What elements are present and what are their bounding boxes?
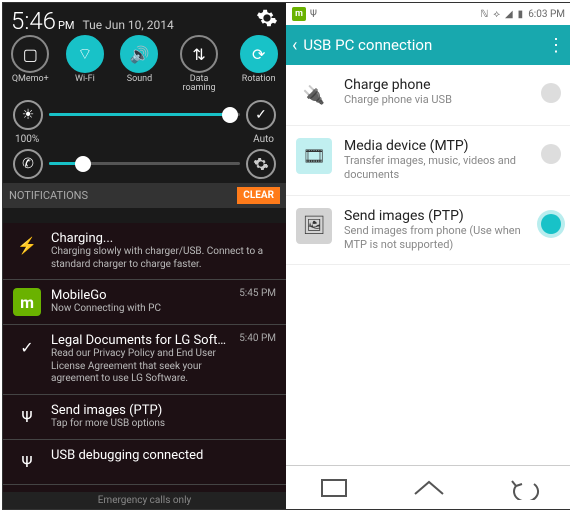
roaming-icon: ⇅ [180, 35, 218, 73]
clock-time: 5:46 [11, 7, 56, 35]
status-bar: m Ψ ℕ ⟡ ◢ ▮ 6:03 PM [286, 3, 570, 25]
notifications-header: NOTIFICATIONS CLEAR [3, 183, 286, 208]
sound-icon: 🔊 [120, 35, 158, 73]
option-charge[interactable]: 🔌 Charge phoneCharge phone via USB [286, 65, 570, 126]
option-ptp[interactable]: 🖼 Send images (PTP)Send images from phone… [286, 196, 570, 266]
screen-title: USB PC connection [303, 36, 432, 54]
ptp-icon: 🖼 [296, 208, 332, 244]
usb-icon: Ψ [13, 448, 41, 476]
screen-header: ‹ USB PC connection ⋮ [286, 25, 570, 65]
nav-recent-button[interactable] [316, 476, 352, 500]
settings-button[interactable] [256, 7, 278, 29]
charge-icon: 🔌 [296, 77, 332, 113]
option-radio[interactable] [541, 214, 561, 234]
notification-desc: Read our Privacy Policy and End User Lic… [51, 348, 229, 386]
notification-title: USB debugging connected [51, 448, 276, 463]
notification-time: 5:40 PM [239, 333, 276, 386]
brightness-percent: 100% [15, 134, 39, 145]
clock-ampm: PM [58, 19, 75, 32]
notification-shade: 5:46 PM Tue Jun 10, 2014 ▢ QMemo+ ⌔ Wi-Fi 🔊 S… [3, 3, 286, 509]
brightness-row: ☀ ✓ [3, 96, 286, 134]
toggle-wifi[interactable]: ⌔ Wi-Fi [66, 35, 104, 94]
toggle-label: Rotation [242, 75, 276, 84]
mobilego-icon: m [13, 288, 41, 316]
notification-time: 5:45 PM [239, 288, 276, 316]
toggle-roaming[interactable]: ⇅ Data roaming [175, 35, 223, 94]
option-radio[interactable] [541, 83, 561, 103]
ringer-slider[interactable] [49, 162, 240, 165]
back-button[interactable]: ‹ [292, 35, 297, 56]
ringer-settings-button[interactable] [246, 149, 276, 179]
brightness-slider[interactable] [49, 113, 240, 116]
option-title: Send images (PTP) [344, 208, 529, 224]
ringer-icon: ✆ [13, 149, 43, 179]
options-list: 🔌 Charge phoneCharge phone via USB 🎞 Media … [286, 65, 570, 465]
notification-desc: Charging slowly with charger/USB. Connec… [51, 246, 276, 271]
toggle-qmemo[interactable]: ▢ QMemo+ [11, 35, 49, 94]
overflow-menu-button[interactable]: ⋮ [547, 35, 565, 56]
qmemo-icon: ▢ [11, 35, 49, 73]
option-mtp[interactable]: 🎞 Media device (MTP)Transfer images, musi… [286, 126, 570, 196]
notifications-label: NOTIFICATIONS [9, 189, 88, 202]
toggle-label: Sound [127, 75, 152, 84]
status-bar: 5:46 PM Tue Jun 10, 2014 [3, 3, 286, 31]
toggle-label: QMemo+ [12, 75, 49, 84]
notification-desc: Tap for more USB options [51, 418, 276, 431]
emergency-label: Emergency calls only [3, 492, 286, 509]
notification-item[interactable]: ⚡ Charging...Charging slowly with charger… [3, 223, 286, 280]
option-desc: Charge phone via USB [344, 93, 529, 107]
rotation-icon: ⟳ [240, 35, 278, 73]
notification-list: ⚡ Charging...Charging slowly with charger… [3, 223, 286, 509]
notification-title: Charging... [51, 231, 276, 246]
notification-item[interactable]: m MobileGoNow Connecting with PC 5:45 PM [3, 280, 286, 325]
notification-item[interactable]: ✓ Legal Documents for LG SoftwareRead our… [3, 325, 286, 395]
charging-icon: ⚡ [13, 231, 41, 259]
brightness-auto-toggle[interactable]: ✓ [246, 100, 276, 130]
quick-toggles-row: ▢ QMemo+ ⌔ Wi-Fi 🔊 Sound ⇅ Data roaming ⟳ Rotatio… [3, 31, 286, 96]
signal-icon: ◢ [505, 9, 513, 20]
mtp-icon: 🎞 [296, 138, 332, 174]
toggle-sound[interactable]: 🔊 Sound [120, 35, 158, 94]
usb-settings-screen: m Ψ ℕ ⟡ ◢ ▮ 6:03 PM ‹ USB PC connection … [286, 3, 570, 509]
notification-item[interactable]: Ψ Send images (PTP)Tap for more USB optio… [3, 395, 286, 440]
option-radio[interactable] [541, 144, 561, 164]
notification-title: Send images (PTP) [51, 403, 276, 418]
nfc-icon: ℕ [480, 9, 488, 20]
notification-item[interactable]: Ψ USB debugging connected [3, 440, 286, 485]
toggle-rotation[interactable]: ⟳ Rotation [240, 35, 278, 94]
brightness-icon: ☀ [13, 100, 43, 130]
nav-bar [286, 465, 570, 509]
nav-back-button[interactable] [506, 476, 542, 500]
gear-icon [253, 156, 269, 172]
mobilego-status-icon: m [292, 7, 306, 21]
notification-title: Legal Documents for LG Software [51, 333, 229, 348]
notification-title: MobileGo [51, 288, 229, 303]
usb-icon: Ψ [13, 403, 41, 431]
toggle-label: Wi-Fi [75, 75, 95, 84]
bluetooth-icon: ⟡ [493, 9, 500, 20]
status-time: 6:03 PM [528, 9, 565, 20]
option-title: Media device (MTP) [344, 138, 529, 154]
wifi-icon: ⌔ [66, 35, 104, 73]
battery-icon: ▮ [518, 9, 524, 20]
ringer-row: ✆ [3, 145, 286, 183]
option-title: Charge phone [344, 77, 529, 93]
nav-home-button[interactable] [411, 476, 447, 500]
gear-icon [256, 7, 278, 29]
clear-button[interactable]: CLEAR [237, 187, 280, 204]
toggle-label: Data roaming [175, 75, 223, 94]
option-desc: Transfer images, music, videos and docum… [344, 154, 529, 183]
notification-desc: Now Connecting with PC [51, 303, 229, 316]
check-icon: ✓ [13, 333, 41, 361]
usb-status-icon: Ψ [310, 9, 317, 20]
brightness-auto-label: Auto [253, 134, 274, 145]
clock-date: Tue Jun 10, 2014 [83, 18, 174, 32]
option-desc: Send images from phone (Use when MTP is … [344, 224, 529, 253]
